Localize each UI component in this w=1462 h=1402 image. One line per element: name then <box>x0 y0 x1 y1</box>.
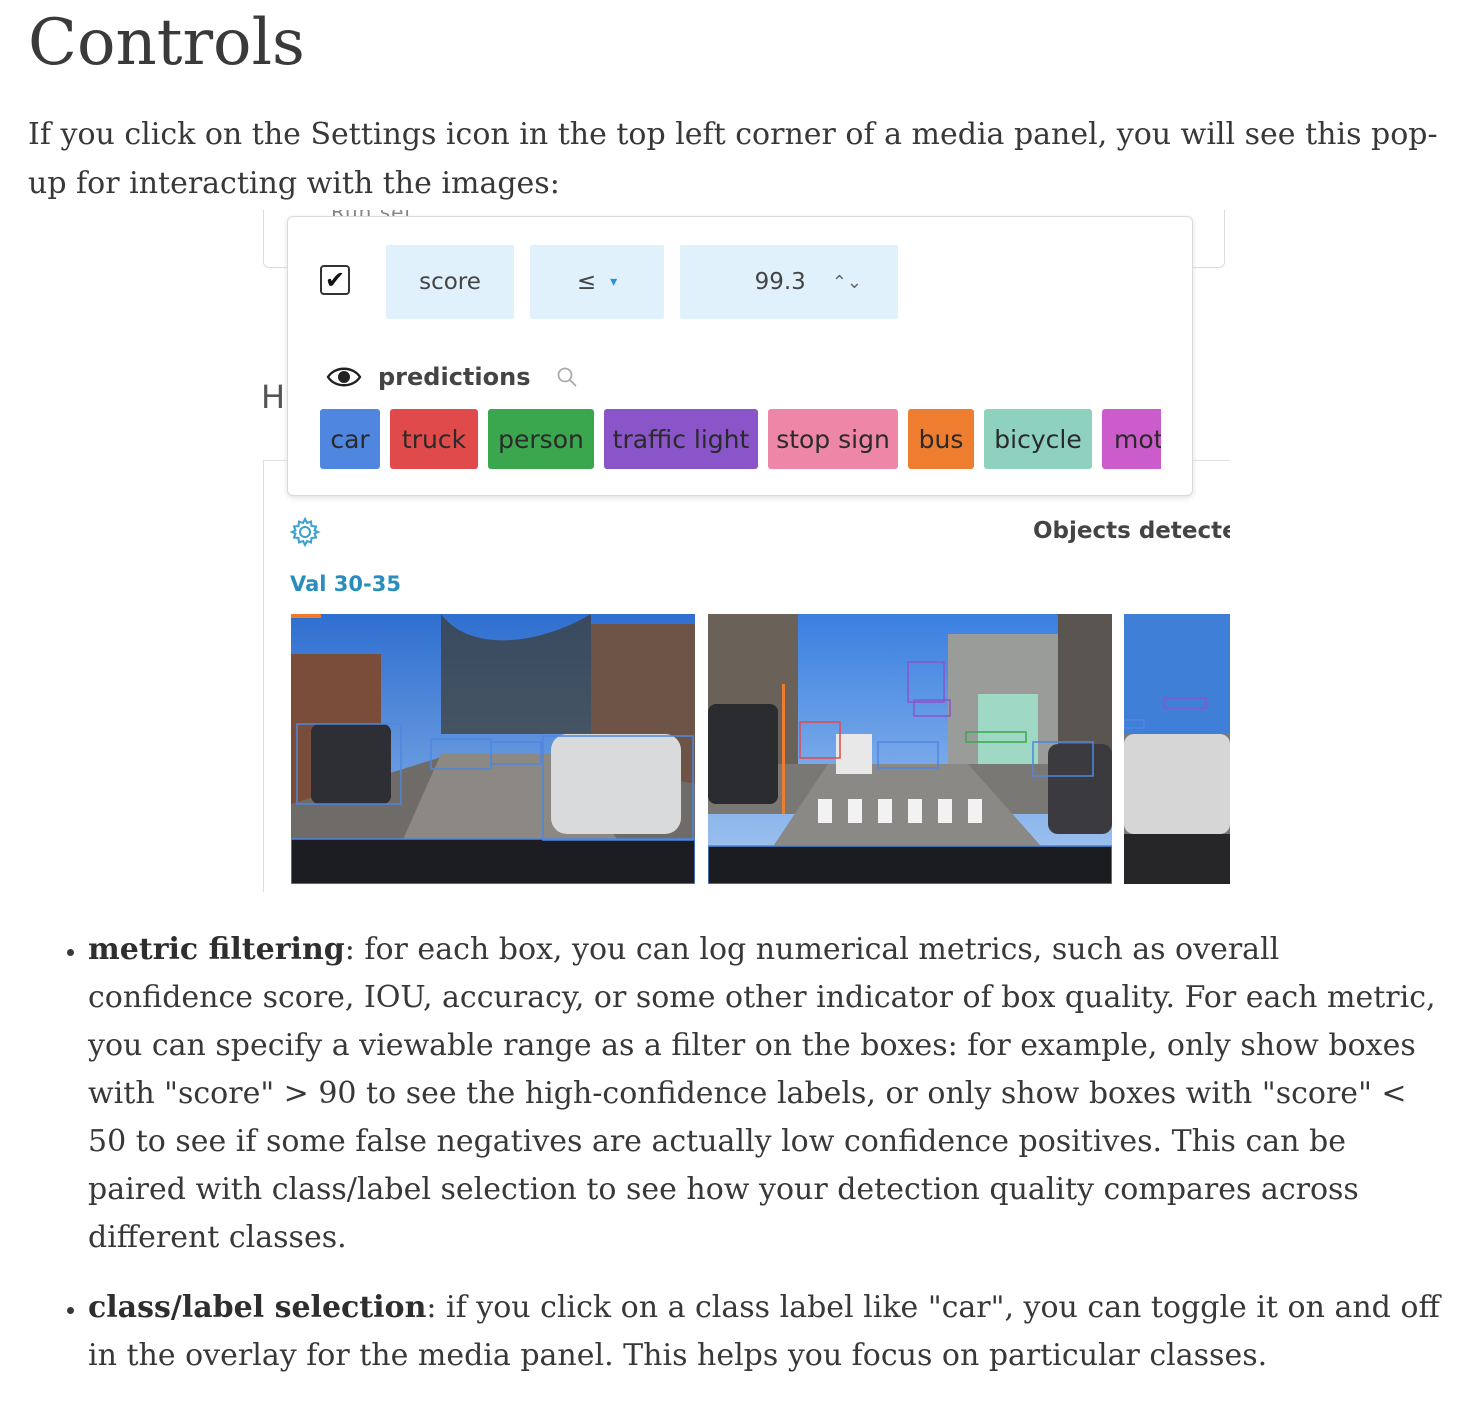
search-icon[interactable] <box>556 366 578 388</box>
operator-symbol: ≤ <box>576 269 597 295</box>
chip-label: bicycle <box>994 424 1082 454</box>
gear-icon[interactable] <box>289 516 321 548</box>
class-chip-car[interactable]: car <box>320 409 380 469</box>
street-image-3 <box>1124 614 1230 884</box>
chip-label: traffic light <box>612 424 750 454</box>
threshold-value: 99.3 <box>754 269 806 295</box>
panel-title: Objects detected <box>1033 518 1230 544</box>
threshold-input[interactable]: 99.3 ⌃⌄ <box>680 245 898 319</box>
bullet-term: class/label selection <box>88 1290 427 1325</box>
bullet-term: metric filtering <box>88 932 345 967</box>
page-heading: Controls <box>28 6 305 80</box>
class-chip-row: car truck person traffic light stop sign… <box>320 409 1161 469</box>
chip-label: truck <box>401 424 467 454</box>
predictions-row: predictions <box>326 357 578 397</box>
class-chip-traffic-light[interactable]: traffic light <box>604 409 758 469</box>
settings-popup: ✔ score ≤ ▾ 99.3 ⌃⌄ predictions car truc… <box>287 216 1193 496</box>
chip-label: mot <box>1114 424 1161 454</box>
chip-label: bus <box>918 424 964 454</box>
list-item: class/label selection: if you click on a… <box>88 1284 1448 1380</box>
filter-enabled-checkbox[interactable]: ✔ <box>320 265 350 295</box>
run-label[interactable]: Val 30-35 <box>290 572 401 596</box>
predictions-label: predictions <box>378 363 531 391</box>
intro-paragraph: If you click on the Settings icon in the… <box>28 117 1438 201</box>
controls-list: metric filtering: for each box, you can … <box>0 926 1462 1402</box>
street-image-1 <box>291 614 695 884</box>
class-chip-person[interactable]: person <box>488 409 594 469</box>
class-chip-truck[interactable]: truck <box>390 409 478 469</box>
chip-label: stop sign <box>776 424 890 454</box>
class-chip-stop-sign[interactable]: stop sign <box>768 409 898 469</box>
bullet-text: : for each box, you can log numerical me… <box>88 932 1436 1255</box>
background-heading-fragment: H <box>261 378 286 416</box>
operator-select[interactable]: ≤ ▾ <box>530 245 664 319</box>
class-chip-bicycle[interactable]: bicycle <box>984 409 1092 469</box>
chip-label: car <box>330 424 370 454</box>
street-image-2 <box>708 614 1112 884</box>
list-item: metric filtering: for each box, you can … <box>88 926 1448 1262</box>
metric-select[interactable]: score <box>386 245 514 319</box>
class-chip-motorcycle[interactable]: mot <box>1102 409 1161 469</box>
class-chip-bus[interactable]: bus <box>908 409 974 469</box>
chip-label: person <box>498 424 584 454</box>
media-panel-screenshot: Run set H ✔ score ≤ ▾ 99.3 ⌃⌄ prediction… <box>261 210 1230 892</box>
caret-down-icon: ▾ <box>610 274 618 290</box>
stepper-icon[interactable]: ⌃⌄ <box>832 272 862 293</box>
metric-name: score <box>419 269 481 295</box>
eye-icon[interactable] <box>326 364 362 390</box>
